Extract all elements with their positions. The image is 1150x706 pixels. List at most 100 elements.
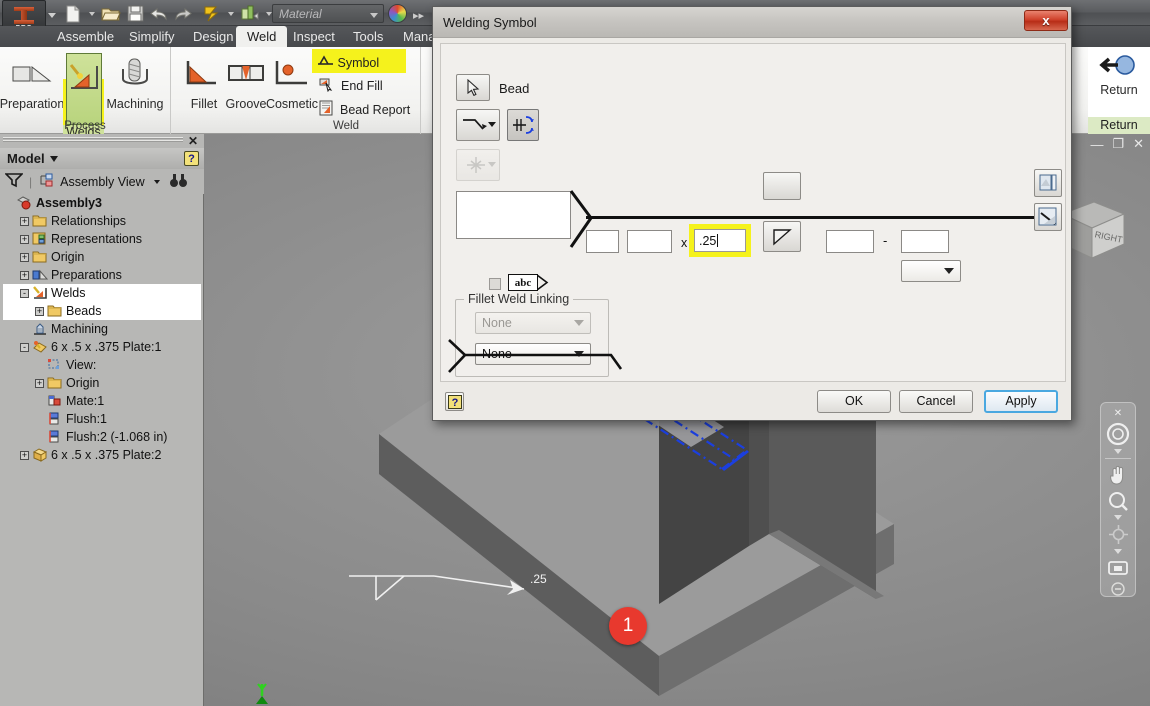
machining-button[interactable]: Machining [104,51,166,125]
dialog-close-button[interactable]: x [1024,10,1068,31]
tree-item[interactable]: +Origin [3,374,201,392]
selection-badge-1[interactable]: 1 [609,607,647,645]
filter-icon[interactable] [5,172,23,191]
browser-dropdown-caret-icon[interactable] [50,156,58,162]
fillet-weld-glyph [772,228,792,246]
tree-expander[interactable]: + [20,217,29,226]
assembly-view-caret-icon[interactable] [154,180,160,184]
contour-combo[interactable] [901,260,961,282]
tab-assemble[interactable]: Assemble [46,26,125,47]
bead-report-menu-item[interactable]: Bead Report [316,99,413,120]
return-arrow-icon [1099,53,1139,82]
abc-label-box[interactable]: abc [508,274,538,291]
new-file-caret-icon[interactable] [89,12,95,16]
model-tree[interactable]: Assembly3+Relationships+Representations+… [3,194,201,604]
apply-button[interactable]: Apply [984,390,1058,413]
browser-header: Model ? [0,148,204,169]
material-placeholder-label: Material [279,7,322,21]
tree-item[interactable]: Machining [3,320,201,338]
tree-expander[interactable]: + [35,379,44,388]
weld-symbol-icon [317,56,337,70]
browser-help-icon[interactable]: ? [184,151,199,166]
size-field[interactable]: .25 [694,229,746,252]
visual-style-icon[interactable] [239,3,261,24]
bead-report-icon [319,100,335,119]
tree-item[interactable]: Flush:2 (-1.068 in) [3,428,201,446]
symbol-menu-item[interactable]: Symbol [314,51,382,72]
tree-expander[interactable]: - [20,289,29,298]
tree-expander[interactable]: + [20,451,29,460]
ok-button[interactable]: OK [817,390,891,413]
update-caret-icon[interactable] [228,12,234,16]
tree-item[interactable]: Mate:1 [3,392,201,410]
tab-simplify[interactable]: Simplify [118,26,186,47]
tree-item-label: Origin [51,250,84,264]
tail-text-field[interactable] [456,191,571,239]
color-wheel-icon[interactable] [388,4,407,23]
tree-item[interactable]: + Origin [3,248,201,266]
welding-symbol-dialog[interactable]: Welding Symbol x Bead [432,6,1072,421]
tree-expander[interactable]: + [35,307,44,316]
tree-expander[interactable]: - [20,343,29,352]
leader-style-caret-icon[interactable] [488,122,496,127]
new-file-icon[interactable] [62,3,84,24]
binoculars-icon[interactable] [169,173,188,191]
flush-icon [47,412,62,426]
top-symbol-button[interactable] [763,172,801,200]
svg-text:?: ? [451,397,458,409]
stitch-weld-button[interactable] [456,149,500,181]
dialog-help-button[interactable]: ? [445,392,464,411]
material-selector[interactable]: Material [272,4,384,23]
end-fill-menu-item[interactable]: End Fill [316,75,386,96]
folder-icon [32,250,47,264]
weld-symbol-button[interactable] [763,221,801,252]
ribbon-panel-weld: Fillet Groove Cosmetic [171,47,421,134]
tab-inspect[interactable]: Inspect [282,26,346,47]
tree-item[interactable]: Flush:1 [3,410,201,428]
text-symbol-checkbox[interactable] [489,278,501,290]
tree-item-label: 6 x .5 x .375 Plate:2 [51,448,162,462]
bead-select-button[interactable] [456,74,490,101]
pitch-field-2[interactable] [901,230,949,253]
save-icon[interactable] [124,3,146,24]
cancel-button[interactable]: Cancel [899,390,973,413]
update-icon[interactable] [201,3,223,24]
prefix-field-2[interactable] [627,230,672,253]
tree-expander[interactable]: + [20,235,29,244]
welds-button[interactable] [66,53,102,125]
tree-item[interactable]: - Welds [3,284,201,302]
flip-symbol-button[interactable] [507,109,539,141]
undo-icon[interactable] [148,3,170,24]
tree-item-label: Welds [51,286,86,300]
more-icon[interactable]: ▸▸ [413,9,424,22]
fillet-linking-combo-top[interactable]: None [475,312,591,334]
browser-drag-grip[interactable]: ✕ [0,134,204,148]
redo-icon[interactable] [172,3,194,24]
prefix-field-1[interactable] [586,230,619,253]
dialog-titlebar[interactable]: Welding Symbol x [433,7,1071,38]
tree-item[interactable]: Assembly3 [3,194,201,212]
pitch-field-1[interactable] [826,230,874,253]
open-folder-icon[interactable] [100,3,122,24]
tree-item[interactable]: +Relationships [3,212,201,230]
tab-tools[interactable]: Tools [342,26,394,47]
assembly-view-label[interactable]: Assembly View [60,175,145,189]
flag-tail-button[interactable] [1034,203,1062,231]
return-button[interactable]: Return [1088,53,1150,97]
tree-expander[interactable]: + [20,271,29,280]
tab-weld[interactable]: Weld [236,26,287,47]
tree-item[interactable]: View: [3,356,201,374]
browser-close-icon[interactable]: ✕ [188,134,198,148]
tree-item[interactable]: -6 x .5 x .375 Plate:1 [3,338,201,356]
weld-all-around-button[interactable] [1034,169,1062,197]
preparation-button[interactable]: Preparation [1,51,63,125]
tree-item[interactable]: +6 x .5 x .375 Plate:2 [3,446,201,464]
browser-toolbar: | Assembly View [0,169,204,194]
tree-item[interactable]: +Representations [3,230,201,248]
tree-item[interactable]: +Preparations [3,266,201,284]
leader-style-button[interactable] [456,109,500,141]
application-menu-caret-icon[interactable] [48,13,56,18]
tree-expander[interactable]: + [20,253,29,262]
tree-item[interactable]: +Beads [3,302,201,320]
folder-icon [32,214,47,228]
